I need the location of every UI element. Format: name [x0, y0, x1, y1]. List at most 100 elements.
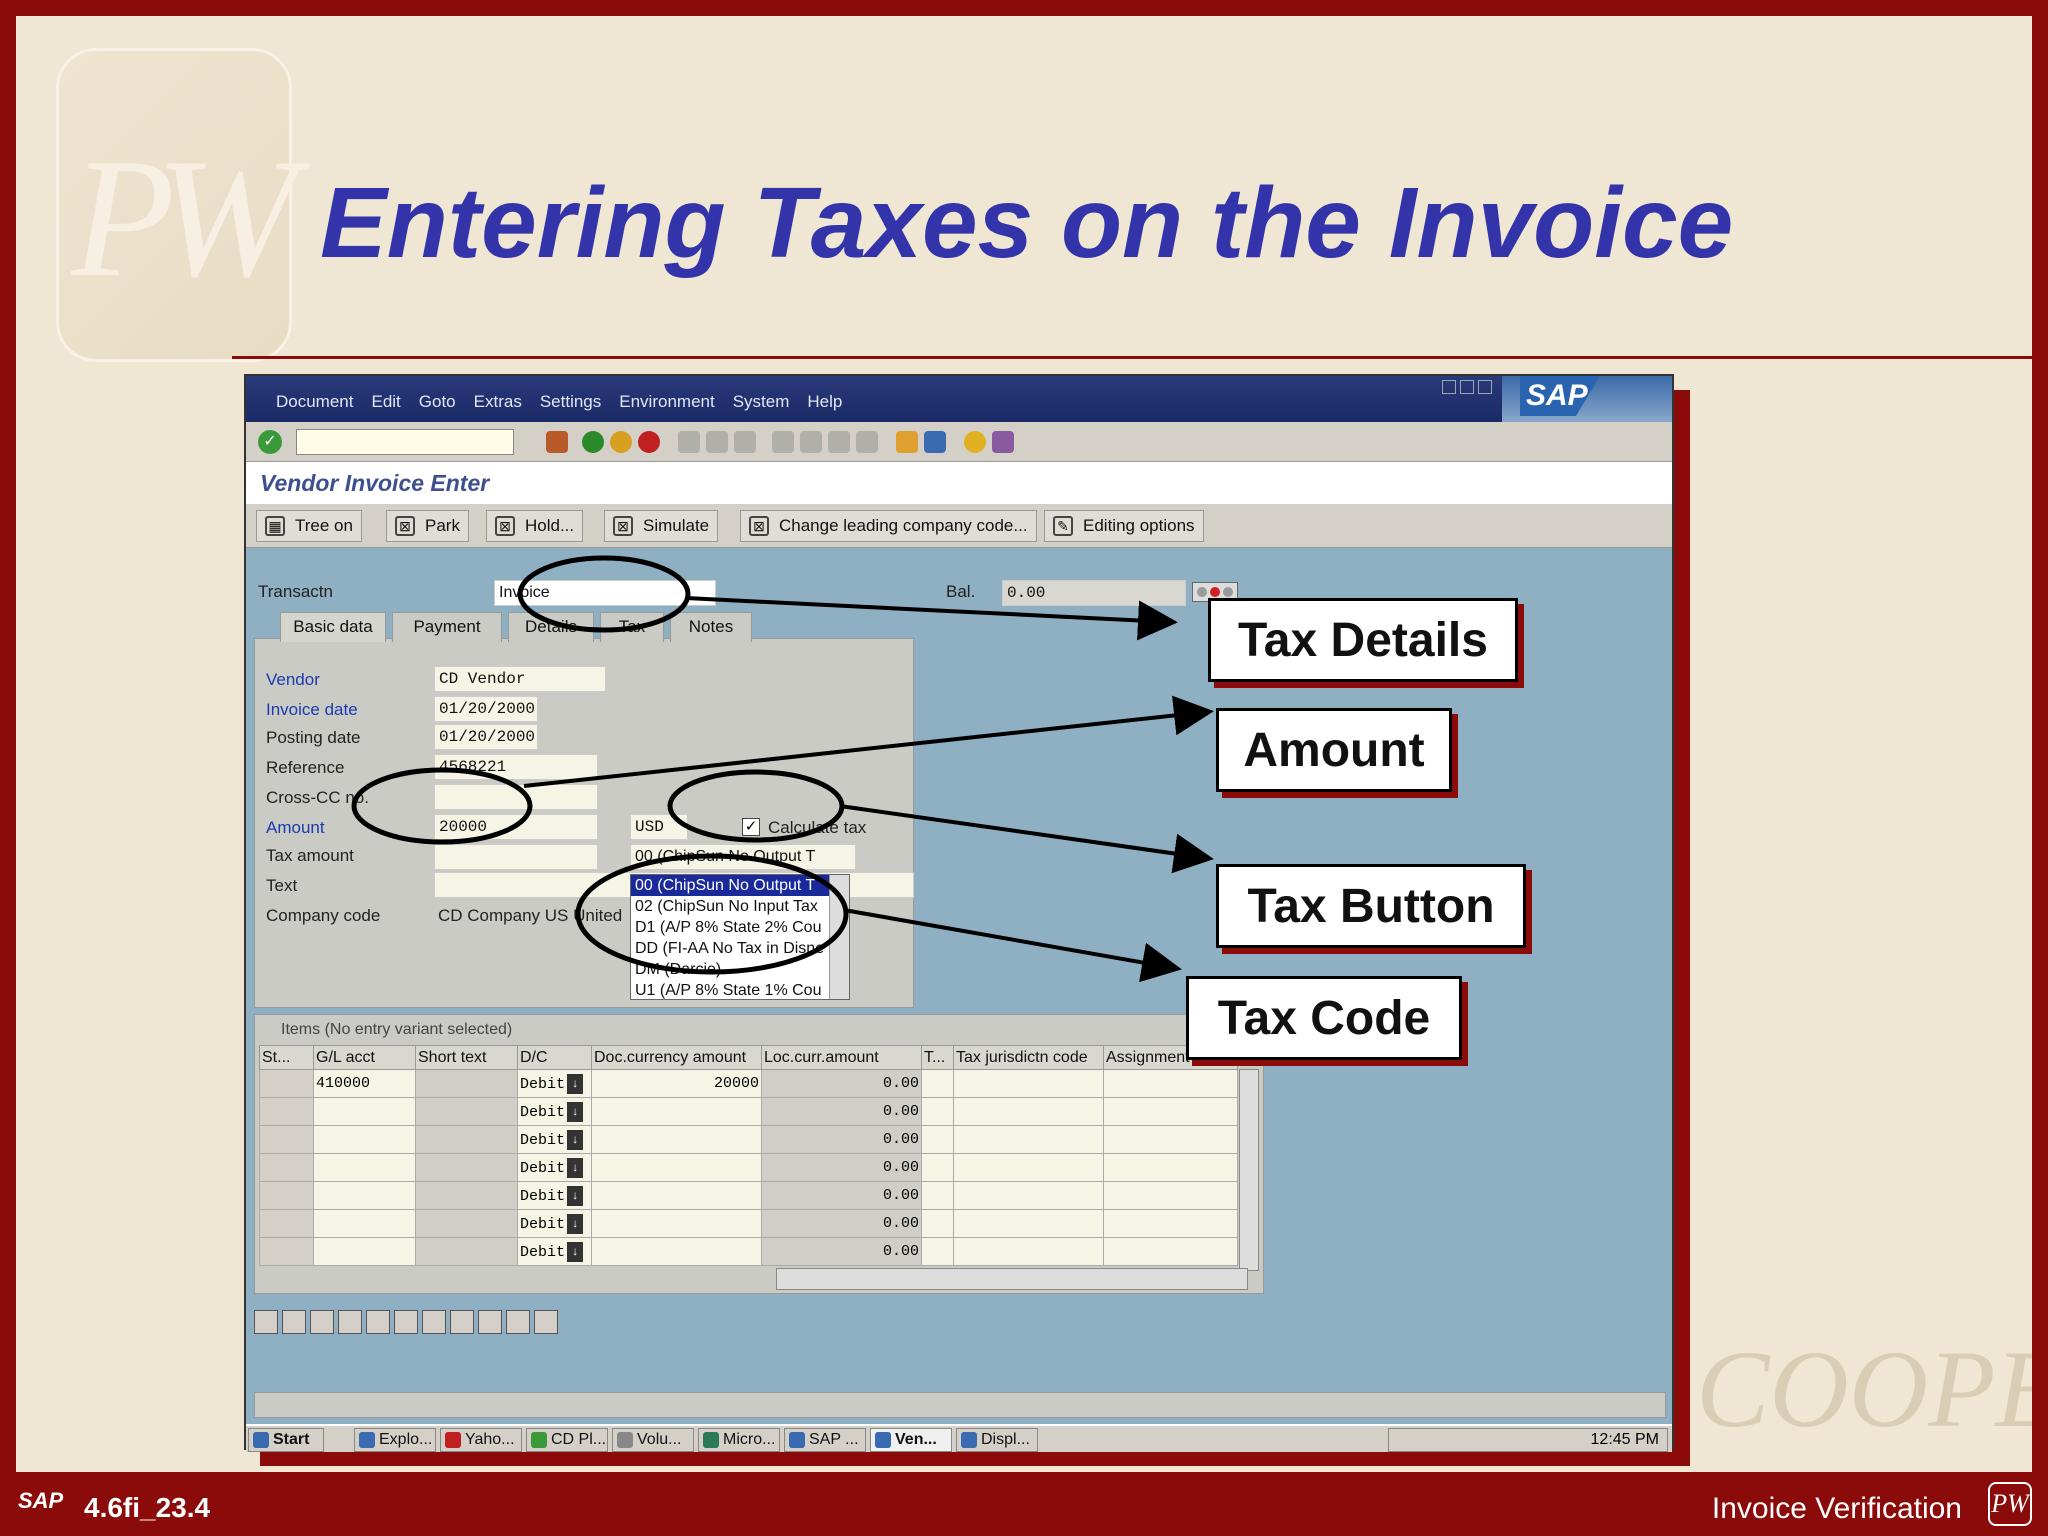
dropdown-arrow-icon[interactable]: ↓: [567, 1073, 584, 1094]
tree-on-button[interactable]: ▦ Tree on: [256, 510, 362, 542]
assignment-cell[interactable]: [1103, 1181, 1238, 1210]
transactn-select[interactable]: Invoice: [494, 580, 716, 606]
menu-goto[interactable]: Goto: [419, 392, 456, 412]
tax-cell[interactable]: [921, 1209, 954, 1238]
tab-notes[interactable]: Notes: [670, 612, 752, 642]
layout-menu-icon[interactable]: [992, 431, 1014, 453]
tax-cell[interactable]: [921, 1125, 954, 1154]
change-company-code-button[interactable]: ⊠ Change leading company code...: [740, 510, 1037, 542]
start-button[interactable]: Start: [248, 1428, 324, 1452]
loc-amount-cell[interactable]: 0.00: [761, 1097, 922, 1126]
tax-jurisdiction-cell[interactable]: [953, 1209, 1104, 1238]
park-button[interactable]: ⊠ Park: [386, 510, 469, 542]
gl-acct-cell[interactable]: [313, 1097, 416, 1126]
tax-jurisdiction-cell[interactable]: [953, 1153, 1104, 1182]
short-text-cell[interactable]: [415, 1181, 518, 1210]
gl-acct-cell[interactable]: [313, 1153, 416, 1182]
row-select-button[interactable]: [259, 1181, 314, 1210]
tax-jurisdiction-cell[interactable]: [953, 1097, 1104, 1126]
row-select-button[interactable]: [259, 1097, 314, 1126]
assignment-cell[interactable]: [1103, 1125, 1238, 1154]
short-text-cell[interactable]: [415, 1237, 518, 1266]
tax-cell[interactable]: [921, 1153, 954, 1182]
dc-cell[interactable]: Debit ↓: [517, 1181, 592, 1210]
restore-icon[interactable]: [1460, 380, 1474, 394]
tab-details[interactable]: Details: [508, 612, 594, 642]
menu-edit[interactable]: Edit: [371, 392, 400, 412]
tax-code-scrollbar[interactable]: [829, 875, 849, 999]
tax-jurisdiction-cell[interactable]: [953, 1125, 1104, 1154]
select-block-icon[interactable]: [338, 1310, 362, 1334]
loc-amount-cell[interactable]: 0.00: [761, 1209, 922, 1238]
taskbar-explorer[interactable]: Explo...: [354, 1428, 436, 1452]
sort-desc-icon[interactable]: [534, 1310, 558, 1334]
copy-row-icon[interactable]: [394, 1310, 418, 1334]
table-row[interactable]: Debit ↓ 0.00: [259, 1153, 1238, 1182]
reference-field[interactable]: 4568221: [434, 754, 598, 780]
col-short-text[interactable]: Short text: [415, 1045, 518, 1070]
taskbar-cd-pl[interactable]: CD Pl...: [526, 1428, 608, 1452]
table-row[interactable]: Debit ↓ 0.00: [259, 1097, 1238, 1126]
gl-acct-cell[interactable]: [313, 1181, 416, 1210]
short-text-cell[interactable]: [415, 1069, 518, 1098]
table-row[interactable]: Debit ↓ 0.00: [259, 1181, 1238, 1210]
loc-amount-cell[interactable]: 0.00: [761, 1153, 922, 1182]
detail-icon[interactable]: [254, 1310, 278, 1334]
command-field[interactable]: [296, 429, 514, 455]
menu-document[interactable]: Document: [276, 392, 353, 412]
menu-settings[interactable]: Settings: [540, 392, 601, 412]
minimize-icon[interactable]: [1442, 380, 1456, 394]
dropdown-arrow-icon[interactable]: ↓: [567, 1157, 584, 1178]
close-icon[interactable]: [1478, 380, 1492, 394]
doc-amount-cell[interactable]: [591, 1209, 762, 1238]
tax-jurisdiction-cell[interactable]: [953, 1181, 1104, 1210]
select-all-icon[interactable]: [282, 1310, 306, 1334]
doc-amount-cell[interactable]: 20000: [591, 1069, 762, 1098]
row-select-button[interactable]: [259, 1069, 314, 1098]
tax-jurisdiction-cell[interactable]: [953, 1069, 1104, 1098]
taskbar-volume[interactable]: Volu...: [612, 1428, 694, 1452]
last-page-icon[interactable]: [856, 431, 878, 453]
table-row[interactable]: Debit ↓ 0.00: [259, 1125, 1238, 1154]
find-icon[interactable]: [706, 431, 728, 453]
prev-page-icon[interactable]: [800, 431, 822, 453]
doc-amount-cell[interactable]: [591, 1181, 762, 1210]
assignment-cell[interactable]: [1103, 1153, 1238, 1182]
tax-cell[interactable]: [921, 1181, 954, 1210]
tax-code-option[interactable]: 02 (ChipSun No Input Tax: [631, 896, 849, 917]
short-text-cell[interactable]: [415, 1209, 518, 1238]
col-dc[interactable]: D/C: [517, 1045, 592, 1070]
taskbar-sap[interactable]: SAP ...: [784, 1428, 866, 1452]
assignment-cell[interactable]: [1103, 1209, 1238, 1238]
taskbar-yahoo[interactable]: Yaho...: [440, 1428, 522, 1452]
shortcut-icon[interactable]: [924, 431, 946, 453]
menu-environment[interactable]: Environment: [619, 392, 714, 412]
tax-code-option[interactable]: D1 (A/P 8% State 2% Cou: [631, 917, 849, 938]
tax-jurisdiction-cell[interactable]: [953, 1237, 1104, 1266]
posting-date-field[interactable]: 01/20/2000: [434, 724, 538, 750]
short-text-cell[interactable]: [415, 1097, 518, 1126]
tax-amount-field[interactable]: [434, 844, 598, 870]
short-text-cell[interactable]: [415, 1125, 518, 1154]
hold-button[interactable]: ⊠ Hold...: [486, 510, 584, 542]
table-row[interactable]: Debit ↓ 0.00: [259, 1209, 1238, 1238]
tax-code-option[interactable]: DM (Darcie): [631, 959, 849, 980]
save-icon[interactable]: [546, 431, 568, 453]
next-page-icon[interactable]: [828, 431, 850, 453]
calculate-tax-checkbox[interactable]: ✓: [742, 818, 760, 836]
dc-cell[interactable]: Debit ↓: [517, 1097, 592, 1126]
amount-field[interactable]: 20000: [434, 814, 598, 840]
taskbar-display[interactable]: Displ...: [956, 1428, 1038, 1452]
assignment-cell[interactable]: [1103, 1237, 1238, 1266]
loc-amount-cell[interactable]: 0.00: [761, 1069, 922, 1098]
doc-amount-cell[interactable]: [591, 1153, 762, 1182]
cross-cc-field[interactable]: [434, 784, 598, 810]
row-select-button[interactable]: [259, 1209, 314, 1238]
tax-cell[interactable]: [921, 1069, 954, 1098]
tax-cell[interactable]: [921, 1097, 954, 1126]
invoice-date-field[interactable]: 01/20/2000: [434, 696, 538, 722]
paste-icon[interactable]: [478, 1310, 502, 1334]
col-loc-amount[interactable]: Loc.curr.amount: [761, 1045, 922, 1070]
tax-code-option[interactable]: DD (FI-AA No Tax in Disne: [631, 938, 849, 959]
col-gl-acct[interactable]: G/L acct: [313, 1045, 416, 1070]
